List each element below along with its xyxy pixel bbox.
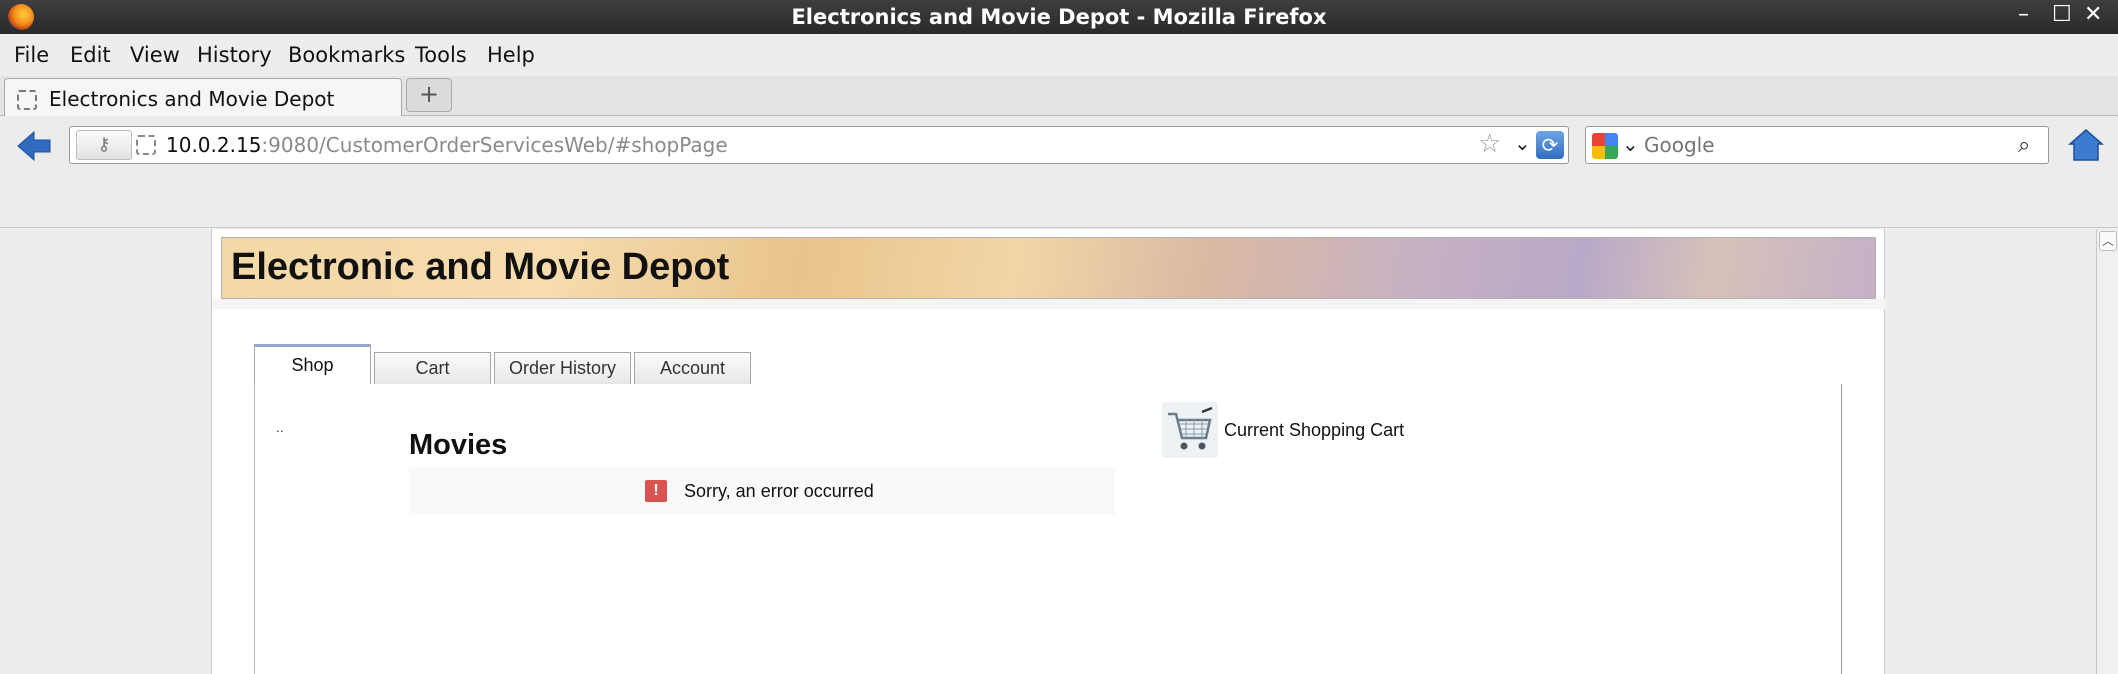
reload-icon[interactable]: ⟳ (1536, 131, 1564, 159)
current-shopping-cart-label: Current Shopping Cart (1224, 420, 1405, 440)
url-text[interactable]: 10.0.2.15:9080/CustomerOrderServicesWeb/… (166, 133, 728, 157)
tab-account[interactable]: Account (634, 352, 751, 384)
url-bar[interactable]: ⚷ 10.0.2.15:9080/CustomerOrderServicesWe… (69, 126, 1569, 164)
window-title: Electronics and Movie Depot - Mozilla Fi… (791, 5, 1327, 29)
menu-view[interactable]: View (130, 43, 180, 67)
menu-tools[interactable]: Tools (415, 43, 467, 67)
search-input[interactable] (1644, 131, 1984, 159)
tab-panel-left-border (254, 384, 255, 674)
tab-order-history[interactable]: Order History (494, 352, 631, 384)
vertical-scrollbar[interactable]: ︿ (2096, 229, 2118, 674)
site-identity-key-icon[interactable]: ⚷ (76, 130, 132, 160)
site-banner: Electronic and Movie Depot (221, 237, 1876, 299)
close-button[interactable]: ✕ (2084, 2, 2102, 27)
search-engine-google-icon[interactable] (1592, 133, 1618, 159)
url-path: :9080/CustomerOrderServicesWeb/#shopPage (261, 133, 728, 157)
maximize-button[interactable]: ☐ (2052, 2, 2072, 27)
menu-edit[interactable]: Edit (70, 43, 111, 67)
browser-tab-label: Electronics and Movie Depot (49, 87, 335, 111)
url-history-dropdown-icon[interactable]: ⌄ (1514, 131, 1531, 155)
banner-divider (212, 299, 1886, 309)
site-title: Electronic and Movie Depot (231, 246, 730, 288)
scroll-up-arrow-icon[interactable]: ︿ (2099, 231, 2117, 251)
menu-bar: File Edit View History Bookmarks Tools H… (0, 34, 2118, 76)
error-message: Sorry, an error occurred (684, 481, 874, 501)
url-page-icon (136, 135, 156, 155)
new-tab-button[interactable]: + (406, 78, 452, 112)
url-host: 10.0.2.15 (166, 133, 262, 157)
error-panel: ! Sorry, an error occurred (409, 467, 1115, 515)
menu-history[interactable]: History (197, 43, 272, 67)
back-arrow-icon[interactable] (16, 128, 52, 164)
home-icon[interactable] (2068, 128, 2104, 162)
menu-file[interactable]: File (14, 43, 49, 67)
navigation-toolbar: ⚷ 10.0.2.15:9080/CustomerOrderServicesWe… (0, 116, 2118, 228)
menu-help[interactable]: Help (487, 43, 535, 67)
tab-cart[interactable]: Cart (374, 352, 491, 384)
search-bar[interactable]: ⌄ ⌕ (1585, 126, 2049, 164)
category-heading: Movies (409, 429, 508, 461)
shopping-cart-icon[interactable] (1162, 402, 1218, 458)
error-icon: ! (645, 480, 667, 502)
binoculars-search-icon[interactable]: ⌕ (2018, 133, 2030, 158)
tab-panel-right-border (1841, 384, 1842, 674)
minimize-button[interactable]: – (2018, 2, 2029, 27)
tab-shop[interactable]: Shop (254, 344, 371, 384)
category-tree-placeholder: .. (276, 421, 284, 435)
search-engine-dropdown-icon[interactable]: ⌄ (1622, 132, 1639, 156)
window-titlebar: Electronics and Movie Depot - Mozilla Fi… (0, 0, 2118, 34)
page-viewport: Electronic and Movie Depot Shop Cart Ord… (0, 229, 2096, 674)
web-page: Electronic and Movie Depot Shop Cart Ord… (211, 229, 1886, 674)
page-favicon-icon (17, 90, 37, 110)
bookmark-star-icon[interactable]: ☆ (1478, 129, 1501, 159)
browser-tab-strip: Electronics and Movie Depot (0, 76, 2118, 118)
menu-bookmarks[interactable]: Bookmarks (288, 43, 405, 67)
browser-tab[interactable]: Electronics and Movie Depot (4, 78, 402, 118)
